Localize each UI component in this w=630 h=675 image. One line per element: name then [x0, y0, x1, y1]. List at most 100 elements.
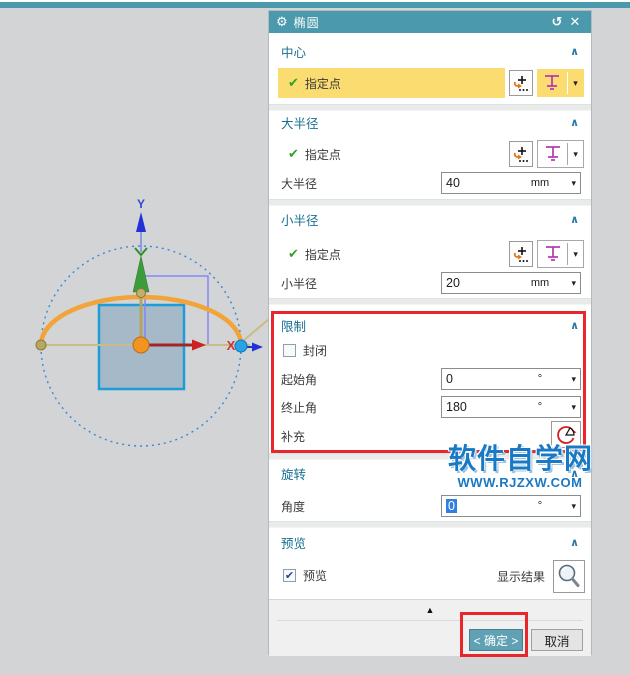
section-major-header[interactable]: 大半径 ∧	[269, 112, 591, 132]
complement-button[interactable]	[551, 421, 581, 448]
preview-label: 预览	[303, 568, 328, 583]
inferred-point-icon	[545, 245, 560, 261]
specify-point-label: 指定点	[304, 247, 341, 262]
preview-checkbox[interactable]: ✔	[283, 568, 296, 582]
check-icon: ✔	[288, 75, 299, 90]
chevron-up-icon[interactable]: ∧	[570, 116, 579, 129]
minor-radius-value: 20	[446, 276, 460, 290]
origin-center-handle[interactable]	[132, 336, 150, 354]
chevron-down-icon[interactable]: ▾	[568, 249, 583, 260]
chevron-down-icon[interactable]: ▾	[562, 374, 576, 385]
right-endpoint-handle[interactable]	[234, 339, 248, 353]
point-dialog-button[interactable]	[509, 70, 533, 96]
chevron-down-icon[interactable]: ▾	[562, 178, 576, 189]
point-dialog-button[interactable]	[509, 141, 533, 167]
chevron-up-icon[interactable]: ∧	[570, 213, 579, 226]
cancel-button[interactable]: 取消	[531, 629, 583, 651]
preview-row: ✔ 预览	[283, 565, 433, 585]
major-radius-value: 40	[446, 176, 460, 190]
dialog-footer: ▲ < 确定 > 取消	[269, 599, 591, 656]
section-preview-title: 预览	[281, 536, 307, 551]
minor-axis-arrow-handle[interactable]	[132, 255, 150, 293]
specify-point-field-minor[interactable]: ✔ 指定点	[278, 239, 505, 269]
closed-checkbox[interactable]	[283, 343, 296, 357]
inferred-point-group[interactable]: ▾	[537, 69, 584, 97]
angle-row: 角度	[281, 494, 431, 518]
section-minor-header[interactable]: 小半径 ∧	[269, 209, 591, 229]
chevron-up-icon[interactable]: ∧	[570, 536, 579, 549]
right-axis-arrow	[252, 342, 263, 352]
center-point-row: ✔ 指定点 ▾	[278, 68, 584, 98]
chevron-up-icon[interactable]: ∧	[570, 45, 579, 58]
ellipse-dialog: ⚙ 椭圆 ↺ ✕ 中心 ∧ ✔ 指定点 ▾ 大半径 ∧ ✔ 指定点 ▾ 大半径 …	[268, 10, 592, 656]
section-rotation-title: 旋转	[281, 467, 307, 482]
left-endpoint-handle[interactable]	[35, 339, 47, 351]
section-separator	[269, 199, 591, 206]
chevron-down-icon[interactable]: ▾	[562, 278, 576, 289]
inferred-point-icon	[545, 145, 560, 161]
inferred-point-group[interactable]: ▾	[537, 240, 584, 268]
show-result-button[interactable]	[553, 560, 585, 593]
minor-radius-input[interactable]: 20 mm ▾	[441, 272, 581, 294]
end-angle-row: 终止角	[281, 395, 431, 419]
section-separator	[269, 298, 591, 305]
collapse-dialog-arrow[interactable]: ▲	[269, 605, 591, 615]
end-angle-value: 180	[446, 400, 467, 414]
chevron-down-icon[interactable]: ▾	[568, 149, 583, 160]
chevron-down-icon[interactable]: ▾	[562, 501, 576, 512]
chevron-up-icon[interactable]: ∧	[570, 467, 579, 480]
start-angle-value: 0	[446, 372, 453, 386]
major-radius-label: 大半径	[281, 176, 318, 191]
end-angle-unit: °	[537, 401, 543, 413]
major-point-row: ✔ 指定点 ▾	[278, 139, 584, 169]
complement-row: 补充	[281, 423, 431, 449]
section-limits-title: 限制	[281, 319, 307, 334]
end-angle-input[interactable]: 180 ° ▾	[441, 396, 581, 418]
point-constructor-icon	[513, 76, 528, 91]
specify-point-field-center[interactable]: ✔ 指定点	[278, 68, 505, 98]
angle-unit: °	[537, 500, 543, 512]
section-major-title: 大半径	[281, 116, 319, 131]
axis-extension-line	[242, 318, 270, 342]
footer-divider	[277, 620, 583, 621]
start-angle-label: 起始角	[281, 372, 318, 387]
start-angle-unit: °	[537, 373, 543, 385]
section-center-header[interactable]: 中心 ∧	[269, 41, 591, 61]
section-separator	[269, 104, 591, 111]
section-preview-header[interactable]: 预览 ∧	[269, 532, 591, 552]
gear-icon: ⚙	[276, 14, 288, 29]
inferred-point-group[interactable]: ▾	[537, 140, 584, 168]
x-axis-arrow-handle[interactable]	[192, 339, 206, 351]
reset-icon[interactable]: ↺	[548, 14, 566, 30]
chevron-down-icon[interactable]: ▾	[562, 402, 576, 413]
chevron-up-icon[interactable]: ∧	[570, 319, 579, 332]
minor-point-row: ✔ 指定点 ▾	[278, 239, 584, 269]
ok-button[interactable]: < 确定 >	[469, 629, 523, 651]
check-icon: ✔	[288, 146, 299, 161]
section-separator	[269, 521, 591, 528]
specify-point-field-major[interactable]: ✔ 指定点	[278, 139, 505, 169]
check-icon: ✔	[288, 246, 299, 261]
magnifier-icon	[558, 564, 580, 587]
section-rotation-header[interactable]: 旋转 ∧	[269, 463, 591, 483]
point-constructor-icon	[513, 147, 528, 162]
minor-radius-label: 小半径	[281, 276, 318, 291]
inferred-point-icon	[545, 74, 559, 90]
close-icon[interactable]: ✕	[566, 14, 584, 30]
closed-label: 封闭	[303, 343, 328, 358]
major-radius-input[interactable]: 40 mm ▾	[441, 172, 581, 194]
angle-label: 角度	[281, 499, 306, 514]
angle-input[interactable]: 0 ° ▾	[441, 495, 581, 517]
dialog-titlebar[interactable]: ⚙ 椭圆 ↺ ✕	[269, 11, 591, 33]
shaft-ball-handle[interactable]	[136, 288, 146, 298]
minor-radius-unit: mm	[530, 277, 550, 289]
section-limits-header[interactable]: 限制 ∧	[269, 315, 591, 335]
complement-label: 补充	[281, 429, 306, 444]
specify-point-label: 指定点	[304, 76, 341, 91]
point-dialog-button[interactable]	[509, 241, 533, 267]
section-minor-title: 小半径	[281, 213, 319, 228]
section-separator	[269, 453, 591, 460]
angle-value-selected: 0	[446, 499, 457, 513]
start-angle-input[interactable]: 0 ° ▾	[441, 368, 581, 390]
chevron-down-icon[interactable]: ▾	[568, 78, 583, 89]
